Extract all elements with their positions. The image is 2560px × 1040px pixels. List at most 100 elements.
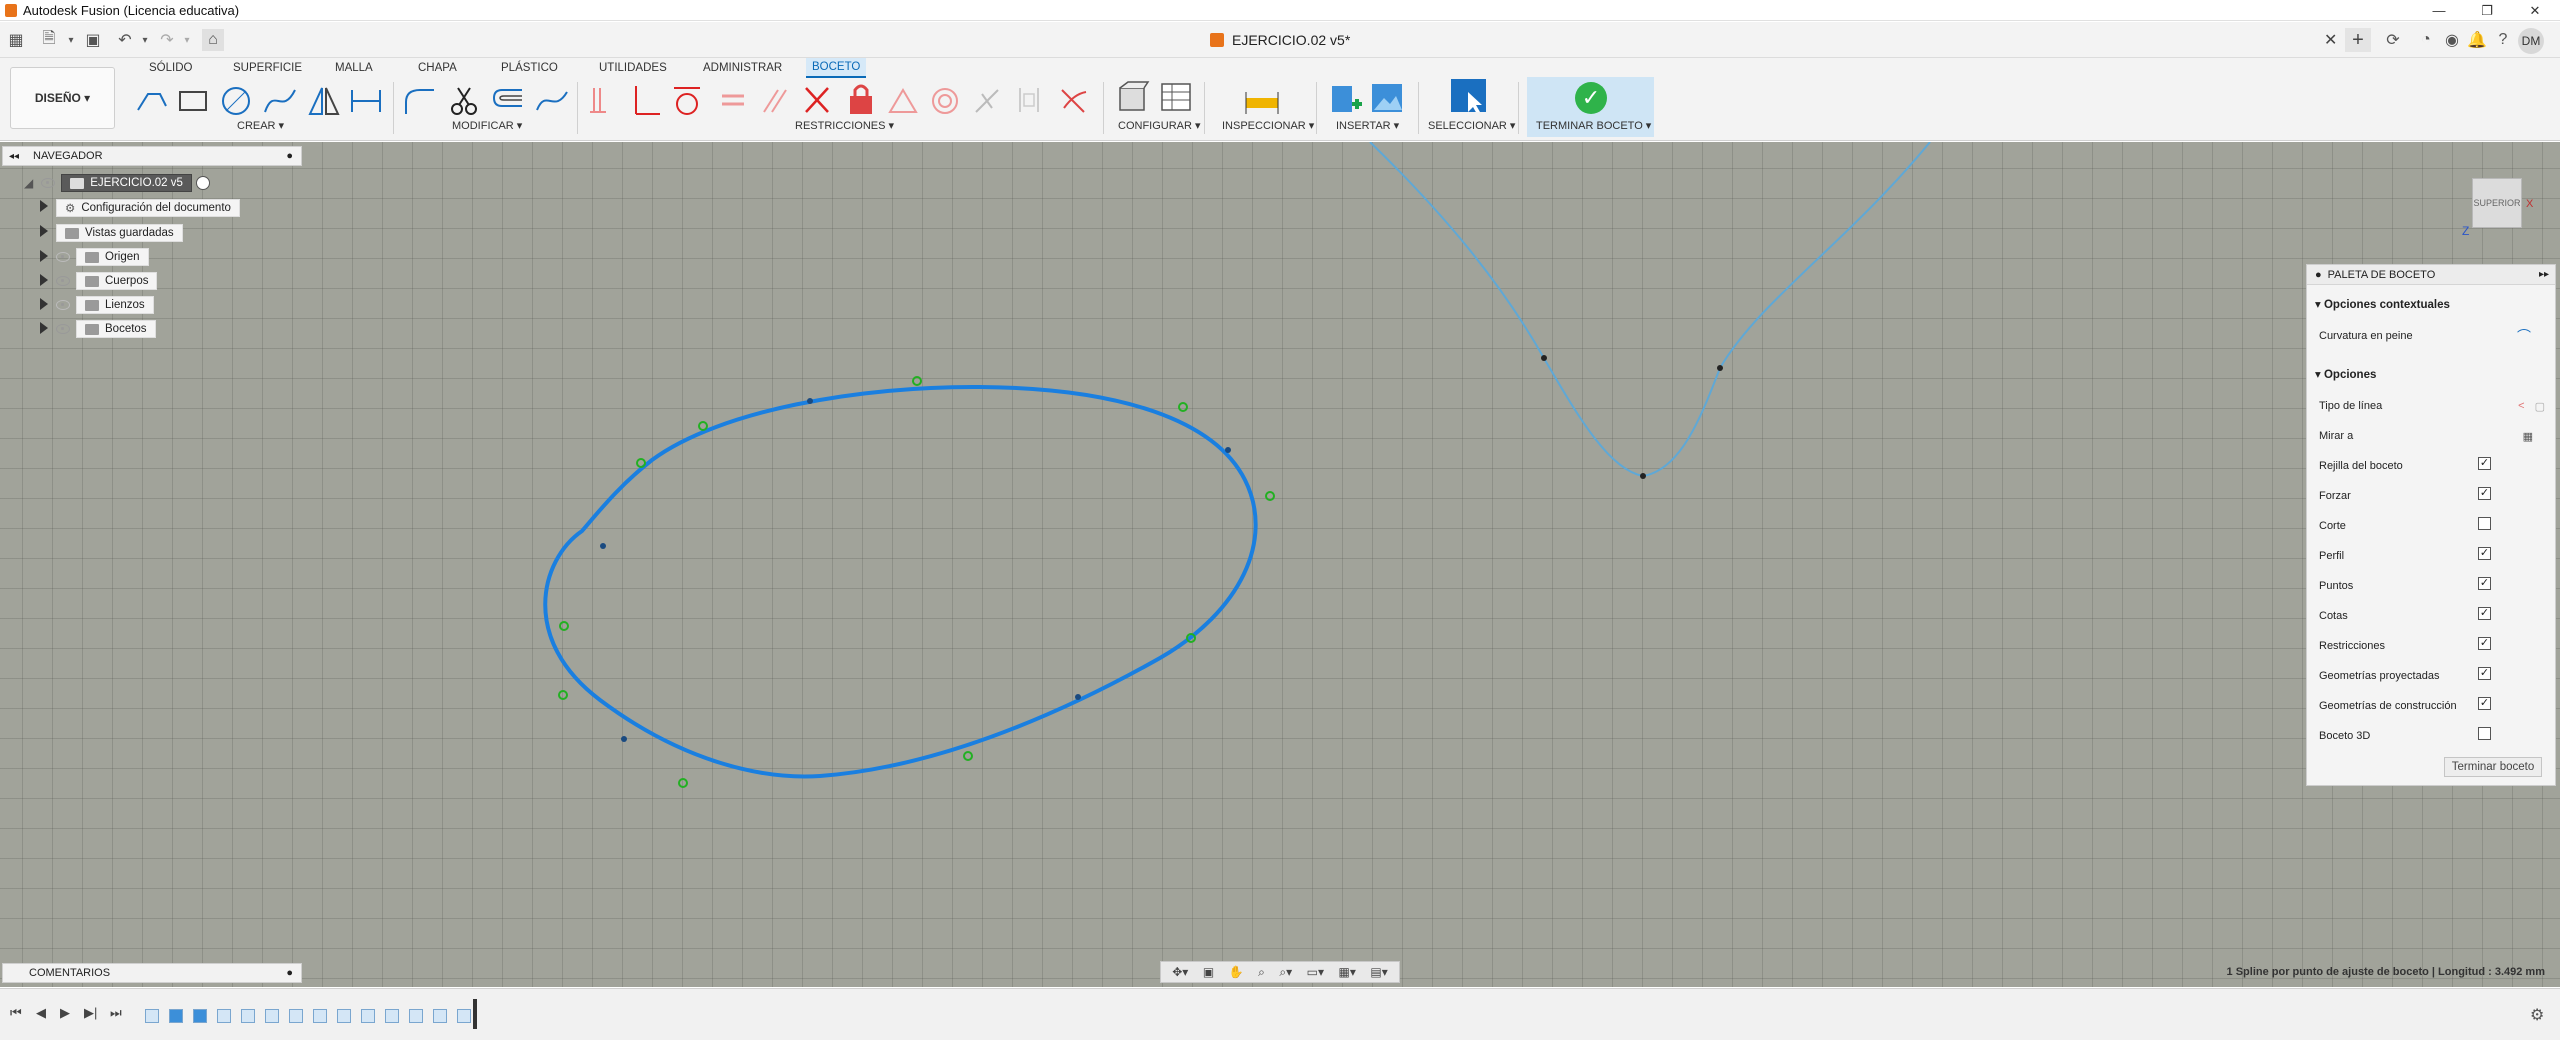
spline-tool-icon[interactable]: [262, 84, 298, 118]
option-checkbox[interactable]: ✓: [2478, 577, 2491, 590]
expand-arrow-icon[interactable]: [40, 200, 48, 212]
timeline-settings-gear-icon[interactable]: ⚙: [2530, 1005, 2544, 1025]
bell-icon[interactable]: 🔔: [2466, 29, 2488, 51]
timeline-feature[interactable]: [145, 1009, 159, 1023]
display-settings-icon[interactable]: ▭▾: [1307, 965, 1324, 979]
option-checkbox[interactable]: ✓: [2478, 457, 2491, 470]
collapse-panel-icon[interactable]: ◂◂: [9, 151, 19, 162]
pan-hand-icon[interactable]: ✋: [1229, 965, 1244, 979]
tree-item-saved-views[interactable]: Vistas guardadas: [56, 223, 183, 243]
undo-icon[interactable]: ↶: [114, 29, 136, 51]
option-checkbox[interactable]: [2478, 727, 2491, 740]
view-cube[interactable]: SUPERIOR: [2472, 178, 2522, 228]
tab-manage[interactable]: ADMINISTRAR: [697, 58, 788, 78]
tab-surface[interactable]: SUPERFICIE: [227, 58, 308, 78]
tree-item-sketches[interactable]: Bocetos: [56, 319, 156, 339]
curvature-constraint-icon[interactable]: [1058, 84, 1094, 118]
timeline-feature[interactable]: [265, 1009, 279, 1023]
step-forward-icon[interactable]: ▶|: [84, 1005, 97, 1021]
file-icon[interactable]: 🗎: [38, 29, 60, 51]
trim-tool-icon[interactable]: [446, 84, 482, 118]
refresh-icon[interactable]: ⟳: [2382, 29, 2404, 51]
close-tab-icon[interactable]: ✕: [2324, 30, 2337, 50]
measure-icon[interactable]: [1244, 84, 1280, 118]
undo-dropdown-icon[interactable]: ▾: [134, 29, 156, 51]
insert-group-label[interactable]: INSERTAR ▾: [1336, 119, 1399, 132]
redo-dropdown-icon[interactable]: ▾: [176, 29, 198, 51]
modify-group-label[interactable]: MODIFICAR ▾: [452, 119, 522, 132]
visibility-eye-icon[interactable]: [56, 276, 70, 286]
option-row[interactable]: Geometrías de construcción: [2319, 697, 2549, 715]
navigator-header[interactable]: ◂◂ NAVEGADOR ●: [2, 146, 302, 166]
option-row[interactable]: Rejilla del boceto: [2319, 457, 2549, 475]
expand-palette-icon[interactable]: ▸▸: [2539, 269, 2549, 280]
timeline-feature[interactable]: [217, 1009, 231, 1023]
option-row[interactable]: Forzar: [2319, 487, 2549, 505]
option-checkbox[interactable]: ✓: [2478, 607, 2491, 620]
tree-item-bodies[interactable]: Cuerpos: [56, 271, 158, 291]
minimize-button[interactable]: —: [2416, 0, 2462, 21]
timeline-feature[interactable]: [457, 1009, 471, 1023]
configure-group-label[interactable]: CONFIGURAR ▾: [1118, 119, 1201, 132]
curvature-comb-icon[interactable]: ⌒: [2517, 326, 2531, 346]
timeline-feature[interactable]: [169, 1009, 183, 1023]
construction-line-icon[interactable]: <: [2518, 400, 2524, 412]
coincident-constraint-icon[interactable]: [802, 84, 838, 118]
zoom-icon[interactable]: ⌕: [1258, 965, 1265, 980]
parameters-icon[interactable]: [1114, 80, 1150, 114]
timeline-track[interactable]: [145, 1009, 475, 1025]
tree-item-doc-settings[interactable]: ⚙ Configuración del documento: [56, 198, 240, 218]
option-checkbox[interactable]: ✓: [2478, 487, 2491, 500]
root-collapse-icon[interactable]: ◢: [24, 176, 33, 190]
save-icon[interactable]: ▣: [82, 29, 104, 51]
tab-mesh[interactable]: MALLA: [329, 58, 379, 78]
insert-derive-icon[interactable]: [1330, 82, 1366, 116]
circle-tool-icon[interactable]: [218, 84, 254, 118]
maximize-button[interactable]: ❐: [2464, 0, 2510, 21]
tree-root[interactable]: ◢ EJERCICIO.02 v5: [24, 173, 210, 193]
option-row[interactable]: Restricciones: [2319, 637, 2549, 655]
concentric-constraint-icon[interactable]: [930, 84, 966, 118]
parallel-constraint-icon[interactable]: [760, 84, 796, 118]
option-checkbox[interactable]: [2478, 517, 2491, 530]
visibility-eye-icon[interactable]: [56, 252, 70, 262]
go-to-end-icon[interactable]: ⏭: [110, 1005, 122, 1021]
finish-sketch-button[interactable]: Terminar boceto: [2444, 757, 2542, 777]
document-tab[interactable]: EJERCICIO.02 v5*: [1210, 28, 1350, 52]
grid-settings-icon[interactable]: ▦▾: [1338, 965, 1355, 979]
insert-canvas-icon[interactable]: [1370, 82, 1406, 116]
dimension-tool-icon[interactable]: [348, 84, 384, 118]
option-row[interactable]: Boceto 3D: [2319, 727, 2549, 745]
fix-constraint-lock-icon[interactable]: [846, 80, 882, 114]
go-to-start-icon[interactable]: ⏮: [10, 1005, 22, 1021]
workspace-switcher[interactable]: DISEÑO ▾: [10, 67, 115, 129]
play-icon[interactable]: ▶: [60, 1005, 70, 1021]
tab-sketch[interactable]: BOCETO: [806, 58, 867, 78]
line-tool-icon[interactable]: [134, 84, 170, 118]
midpoint-constraint-icon[interactable]: [972, 84, 1008, 118]
visibility-eye-icon[interactable]: [56, 324, 70, 334]
calendar-look-at-icon[interactable]: ▦: [2523, 430, 2533, 443]
close-window-button[interactable]: ✕: [2512, 0, 2558, 21]
add-comment-icon[interactable]: ●: [286, 967, 293, 979]
sketch-scale-icon[interactable]: [534, 84, 570, 118]
create-group-label[interactable]: CREAR ▾: [237, 119, 284, 132]
timeline-feature[interactable]: [409, 1009, 423, 1023]
palette-options-icon[interactable]: ●: [2315, 269, 2322, 281]
help-icon[interactable]: ?: [2492, 29, 2514, 51]
jobs-icon[interactable]: ◔: [2415, 29, 2437, 51]
visibility-eye-icon[interactable]: [41, 178, 56, 188]
home-icon[interactable]: ⌂: [202, 29, 224, 51]
tree-item-canvases[interactable]: Lienzos: [56, 295, 154, 315]
step-back-icon[interactable]: ◀: [36, 1005, 46, 1021]
orbit-icon[interactable]: ✥▾: [1172, 965, 1188, 979]
expand-arrow-icon[interactable]: [40, 274, 48, 286]
timeline-feature[interactable]: [433, 1009, 447, 1023]
redo-icon[interactable]: ↷: [156, 29, 178, 51]
timeline-feature[interactable]: [385, 1009, 399, 1023]
centerline-icon[interactable]: ▢: [2535, 400, 2545, 413]
option-row[interactable]: Cotas: [2319, 607, 2549, 625]
file-dropdown-icon[interactable]: ▾: [60, 29, 82, 51]
tab-utilities[interactable]: UTILIDADES: [593, 58, 673, 78]
comments-panel-header[interactable]: COMENTARIOS ●: [2, 963, 302, 983]
